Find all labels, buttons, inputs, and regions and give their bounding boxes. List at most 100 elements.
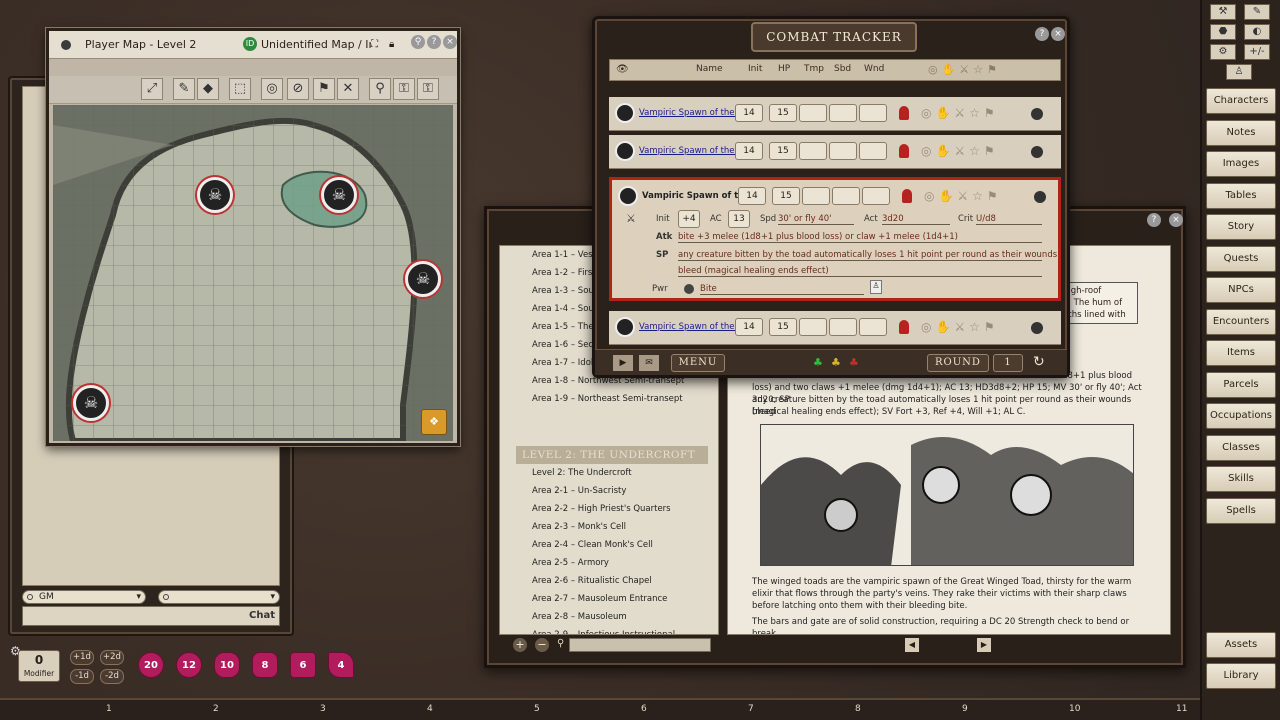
story-area-link[interactable]: Area 2-7 – Mausoleum Entrance [532, 594, 667, 604]
hotkey-slot[interactable]: 9 [962, 704, 968, 714]
faction-helm-icon[interactable] [899, 320, 909, 334]
d4-die[interactable]: 4 [328, 652, 354, 678]
ac-field[interactable]: 13 [728, 210, 750, 228]
ct-row-active[interactable]: Vampiric Spawn of the 14 15 ◎✋⚔☆⚑ ⚔ Init… [609, 177, 1061, 301]
wnd-field[interactable] [859, 142, 887, 160]
pin-icon[interactable]: ⚲ [369, 78, 391, 100]
header-toggle-icons[interactable]: ◎✋⚔☆⚑ [928, 63, 1001, 76]
hotkey-slot[interactable]: 7 [748, 704, 754, 714]
sidebar-button-classes[interactable]: Classes [1206, 434, 1276, 461]
hp-field[interactable]: 15 [769, 318, 797, 336]
crit-value[interactable]: U/d8 [976, 214, 1042, 225]
active-toggle-icon[interactable] [1034, 191, 1046, 203]
hotkey-slot[interactable]: 1 [106, 704, 112, 714]
draw-icon[interactable]: ✎ [173, 78, 195, 100]
sidebar-button-spells[interactable]: Spells [1206, 497, 1276, 524]
sidebar-plus-minus[interactable]: +/- [1244, 44, 1270, 60]
sp-value-cont[interactable]: bleed (magical healing ends effect) [678, 266, 1042, 277]
story-illustration[interactable] [760, 424, 1134, 566]
next-actor-icon[interactable]: ▶ [613, 355, 633, 371]
zoom-out-icon[interactable]: − [535, 638, 549, 652]
story-area-link[interactable]: Area 2-1 – Un-Sacristy [532, 486, 626, 496]
sidebar-button-notes[interactable]: Notes [1206, 119, 1276, 146]
erase-icon[interactable]: ◆ [197, 78, 219, 100]
story-area-link[interactable]: Area 2-8 – Mausoleum [532, 612, 627, 622]
active-toggle-icon[interactable] [1031, 146, 1043, 158]
hp-field[interactable]: 15 [772, 187, 800, 205]
hotkey-bar[interactable]: 123456789101112 [0, 698, 1200, 720]
init-field[interactable]: 14 [735, 104, 763, 122]
story-area-link[interactable]: Area 2-5 – Armory [532, 558, 609, 568]
init-field[interactable]: 14 [738, 187, 766, 205]
select-icon[interactable]: ⬚ [229, 78, 251, 100]
map-window[interactable]: Player Map - Level 2 ID Unidentified Map… [46, 28, 460, 446]
power-name[interactable]: Bite [700, 284, 864, 295]
sword-icon[interactable]: ⚔ [626, 212, 636, 225]
hotkey-slot[interactable]: 4 [427, 704, 433, 714]
identified-icon[interactable]: ID [243, 37, 257, 51]
next-page-icon[interactable]: ▶ [977, 638, 991, 652]
sidebar-button-occupations[interactable]: Occupations [1206, 403, 1276, 429]
round-button[interactable]: ROUND [927, 354, 989, 372]
story-close-icon[interactable]: × [1169, 213, 1183, 227]
faction-helm-icon[interactable] [902, 189, 912, 203]
target-icon[interactable]: ◎ [261, 78, 283, 100]
init-bonus-field[interactable]: +4 [678, 210, 700, 228]
wnd-field[interactable] [862, 187, 890, 205]
round-counter[interactable]: 1 [993, 354, 1023, 372]
creature-name[interactable]: Vampiric Spawn of the Gr [639, 322, 737, 336]
sidebar-character-icon[interactable]: ♙ [1226, 64, 1252, 80]
menu-button[interactable]: MENU [671, 354, 725, 372]
d20-die[interactable]: 20 [138, 652, 164, 678]
hotkey-slot[interactable]: 11 [1176, 704, 1187, 714]
story-area-link[interactable]: Level 2: The Undercroft [532, 468, 632, 478]
sidebar-lighting-icon[interactable]: ◐ [1244, 24, 1270, 40]
zoom-fit-icon[interactable]: ⤢ [141, 78, 163, 100]
section-header[interactable]: LEVEL 2: THE UNDERCROFT [516, 446, 708, 464]
tmp-field[interactable] [799, 104, 827, 122]
lock-tokens-icon[interactable]: ⚿ [393, 78, 415, 100]
hp-field[interactable]: 15 [769, 142, 797, 160]
lock-icon[interactable]: 🔒︎ [389, 39, 394, 50]
creature-name[interactable]: Vampiric Spawn of the Gr [639, 108, 737, 122]
hotkey-slot[interactable]: 3 [320, 704, 326, 714]
ct-row[interactable]: Vampiric Spawn of the Gr 14 15 ◎✋⚔☆⚑ [609, 135, 1061, 169]
active-toggle-icon[interactable] [1031, 322, 1043, 334]
chat-input[interactable]: Chat [22, 606, 280, 626]
combat-tracker-window[interactable]: COMBAT TRACKER ? × 👁︎ Name Init HP Tmp S… [592, 16, 1070, 378]
story-area-link[interactable]: Area 1-9 – Northeast Semi-transept [532, 394, 683, 404]
hotkey-slot[interactable]: 8 [855, 704, 861, 714]
atk-value[interactable]: bite +3 melee (1d8+1 plus blood loss) or… [678, 232, 1042, 243]
sbd-field[interactable] [829, 104, 857, 122]
hp-field[interactable]: 15 [769, 104, 797, 122]
d6-die[interactable]: 6 [290, 652, 316, 678]
power-detail-icon[interactable]: ♙ [870, 280, 882, 294]
hotkey-slot[interactable]: 5 [534, 704, 540, 714]
map-share-icon[interactable] [61, 40, 71, 50]
hotkey-slot[interactable]: 6 [641, 704, 647, 714]
reset-icon[interactable]: ↻ [1033, 354, 1045, 370]
zoom-in-icon[interactable]: + [513, 638, 527, 652]
token-vampiric-spawn-1[interactable]: ☠ [197, 177, 233, 213]
map-titlebar[interactable]: Player Map - Level 2 ID Unidentified Map… [49, 31, 457, 59]
sidebar-button-items[interactable]: Items [1206, 340, 1276, 366]
spd-value[interactable]: 30' or fly 40' [778, 214, 854, 225]
init-field[interactable]: 14 [735, 142, 763, 160]
unlock-icon[interactable]: ⚿ [417, 78, 439, 100]
map-canvas[interactable]: ☠ ☠ ☠ ☠ ❖ [53, 105, 453, 441]
sidebar-button-story[interactable]: Story [1206, 214, 1276, 240]
sidebar-assets-button[interactable]: Assets [1206, 632, 1276, 658]
wnd-field[interactable] [859, 318, 887, 336]
tmp-field[interactable] [802, 187, 830, 205]
clear-icon[interactable]: ✕ [337, 78, 359, 100]
link-icon[interactable]: ⚲ [411, 35, 425, 49]
sidebar-button-quests[interactable]: Quests [1206, 245, 1276, 272]
sidebar-button-tables[interactable]: Tables [1206, 182, 1276, 209]
faction-helm-icon[interactable] [899, 144, 909, 158]
visibility-icon[interactable]: 👁︎ [616, 64, 629, 75]
story-area-link[interactable]: Area 2-6 – Ritualistic Chapel [532, 576, 652, 586]
token-vampiric-spawn-4[interactable]: ☠ [73, 385, 109, 421]
d8-die[interactable]: 8 [252, 652, 278, 678]
row-toggle-icons[interactable]: ◎✋⚔☆⚑ [924, 189, 1002, 203]
plus-2d-button[interactable]: +2d [100, 650, 124, 665]
